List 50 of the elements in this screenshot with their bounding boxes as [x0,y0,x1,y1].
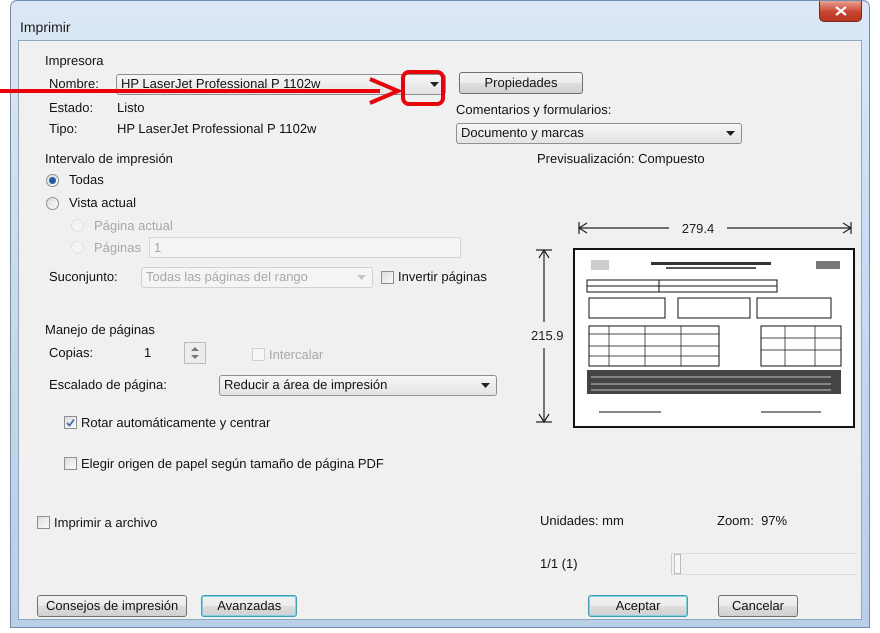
radio-label[interactable]: Vista actual [69,193,136,213]
field-label: Estado: [49,98,94,116]
status-value: Listo [117,98,144,116]
units-label: Unidades: mm [540,512,625,530]
slider-thumb[interactable] [674,554,681,574]
checkbox[interactable] [37,516,50,530]
dialog-button[interactable]: Consejos de impresión [37,594,188,616]
page-counter: 1/1 (1) [540,554,579,573]
caret-icon [481,382,490,388]
field-label: Nombre: [49,75,100,94]
checkbox-label: Intercalar [269,346,324,364]
checkbox-label: Invertir páginas [398,268,487,286]
dialog-button[interactable]: Avanzadas [201,594,298,616]
copies-field[interactable]: 1 [144,342,212,364]
preview-title: Previsualización: Compuesto [537,150,706,168]
dialog-button[interactable]: Aceptar [588,594,688,616]
checkbox[interactable] [64,457,77,470]
page-slider[interactable] [671,552,858,574]
field-label: Tipo: [49,120,78,138]
checkbox[interactable] [381,270,394,284]
checkbox[interactable] [64,416,77,429]
radio-button[interactable] [46,196,59,210]
checkbox-label: Elegir origen de papel según tamaño de página PDF [81,455,384,473]
comments-dropdown[interactable]: Documento y marcas [456,122,742,144]
checkbox-label: Rotar automáticamente y centrar [81,414,270,432]
radio-label[interactable]: Todas [69,170,104,190]
field-label: Suconjunto: [49,268,119,286]
caret-icon [357,274,366,280]
field-label: Escalado de página: [49,376,168,394]
section-heading: Manejo de páginas [45,320,156,339]
field-label: Comentarios y formularios: [456,101,612,119]
caret-icon [726,130,735,136]
dialog-button[interactable]: Cancelar [718,594,798,616]
field-label: Copias: [49,344,94,362]
scaling-dropdown[interactable]: Reducir a área de impresión [219,374,497,396]
height-value: 215.9 [531,328,564,342]
close-button[interactable] [819,1,862,22]
checkbox-label: Imprimir a archivo [54,514,158,532]
spinner-arrows-icon[interactable] [184,342,206,364]
caret-icon [430,82,439,86]
width-value: 279.4 [682,222,714,236]
properties-button[interactable]: Propiedades [459,72,583,94]
window-title: Imprimir [20,18,71,37]
close-icon [834,6,846,16]
printer-type-value: HP LaserJet Professional P 1102w [117,120,316,138]
highlight-frame [401,70,445,106]
section-heading: Impresora [45,52,105,70]
section-heading: Intervalo de impresión [45,150,174,168]
zoom-label: Zoom: 97% [717,512,788,530]
radio-button[interactable] [46,174,59,186]
